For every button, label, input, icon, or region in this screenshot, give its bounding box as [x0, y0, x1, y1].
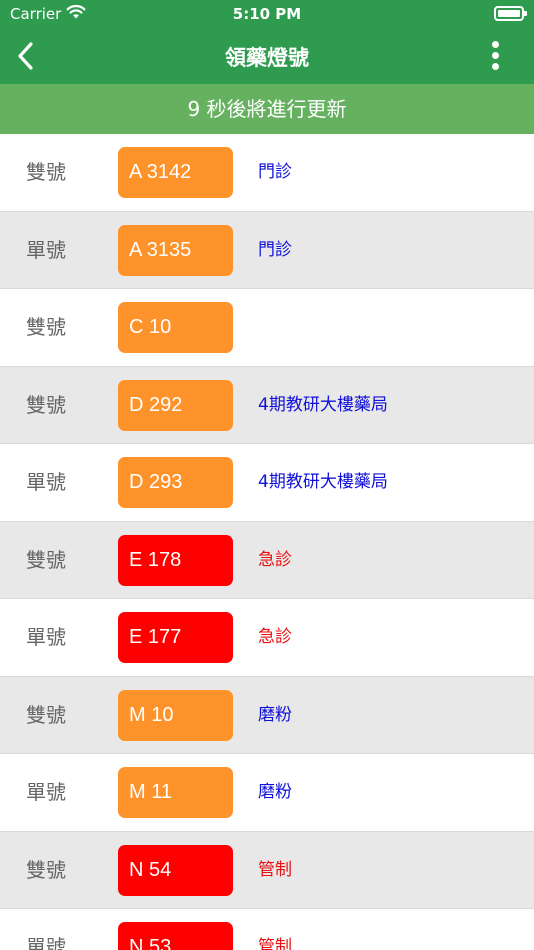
status-bar: Carrier 5:10 PM	[0, 0, 534, 28]
number-badge: N 54	[118, 844, 233, 896]
list-item[interactable]: 單號 D 293 4期教研大樓藥局	[0, 444, 534, 522]
pharmacy-location: 磨粉	[258, 704, 292, 725]
number-badge: D 292	[118, 379, 233, 431]
page-title: 領藥燈號	[225, 46, 309, 70]
list-item[interactable]: 單號 N 53 管制	[0, 909, 534, 950]
pharmacy-location: 急診	[258, 627, 292, 647]
battery-icon	[494, 6, 527, 21]
pharmacy-location: 管制	[258, 859, 292, 880]
list-item[interactable]: 雙號 N 54 管制	[0, 831, 534, 909]
parity-label: 單號	[26, 237, 66, 262]
list-item[interactable]: 單號 E 177 急診	[0, 599, 534, 677]
pharmacy-location: 4期教研大樓藥局	[258, 394, 388, 415]
nav-bar: 領藥燈號	[0, 28, 534, 84]
parity-label: 雙號	[26, 315, 66, 339]
pharmacy-location: 門診	[258, 162, 292, 182]
parity-label: 雙號	[26, 547, 66, 572]
parity-label: 單號	[26, 625, 66, 649]
list-item[interactable]: 雙號 C 10	[0, 289, 534, 367]
parity-label: 雙號	[26, 392, 66, 417]
parity-label: 單號	[26, 780, 66, 804]
pharmacy-location: 磨粉	[258, 782, 292, 802]
pharmacy-location: 4期教研大樓藥局	[258, 472, 388, 492]
parity-label: 單號	[26, 935, 66, 950]
number-badge: A 3135	[118, 224, 233, 276]
pharmacy-location: 管制	[258, 937, 292, 950]
refresh-countdown-banner: 9 秒後將進行更新	[0, 84, 534, 134]
number-badge: M 10	[118, 689, 233, 741]
pharmacy-location: 門診	[258, 239, 292, 260]
number-badge: E 177	[118, 612, 233, 663]
number-badge: C 10	[118, 302, 233, 353]
list-item[interactable]: 雙號 D 292 4期教研大樓藥局	[0, 366, 534, 444]
status-time: 5:10 PM	[232, 5, 302, 23]
list-item[interactable]: 雙號 E 178 急診	[0, 521, 534, 599]
parity-label: 雙號	[26, 857, 66, 882]
more-vertical-icon[interactable]	[490, 41, 500, 71]
pharmacy-location: 急診	[258, 549, 292, 570]
list-item[interactable]: 單號 A 3135 門診	[0, 211, 534, 289]
number-badge: N 53	[118, 922, 233, 950]
parity-label: 雙號	[26, 160, 66, 184]
number-badge: E 178	[118, 534, 233, 586]
list-item[interactable]: 雙號 M 10 磨粉	[0, 676, 534, 754]
list-item[interactable]: 單號 M 11 磨粉	[0, 754, 534, 832]
number-badge: M 11	[118, 767, 233, 818]
dispensing-number-list: 雙號 A 3142 門診 單號 A 3135 門診 雙號 C 10 雙號 D 292 4期教研大樓藥…	[0, 134, 534, 950]
number-badge: A 3142	[118, 147, 233, 198]
number-badge: D 293	[118, 457, 233, 508]
list-item[interactable]: 雙號 A 3142 門診	[0, 134, 534, 212]
parity-label: 單號	[26, 470, 66, 494]
parity-label: 雙號	[26, 702, 66, 727]
